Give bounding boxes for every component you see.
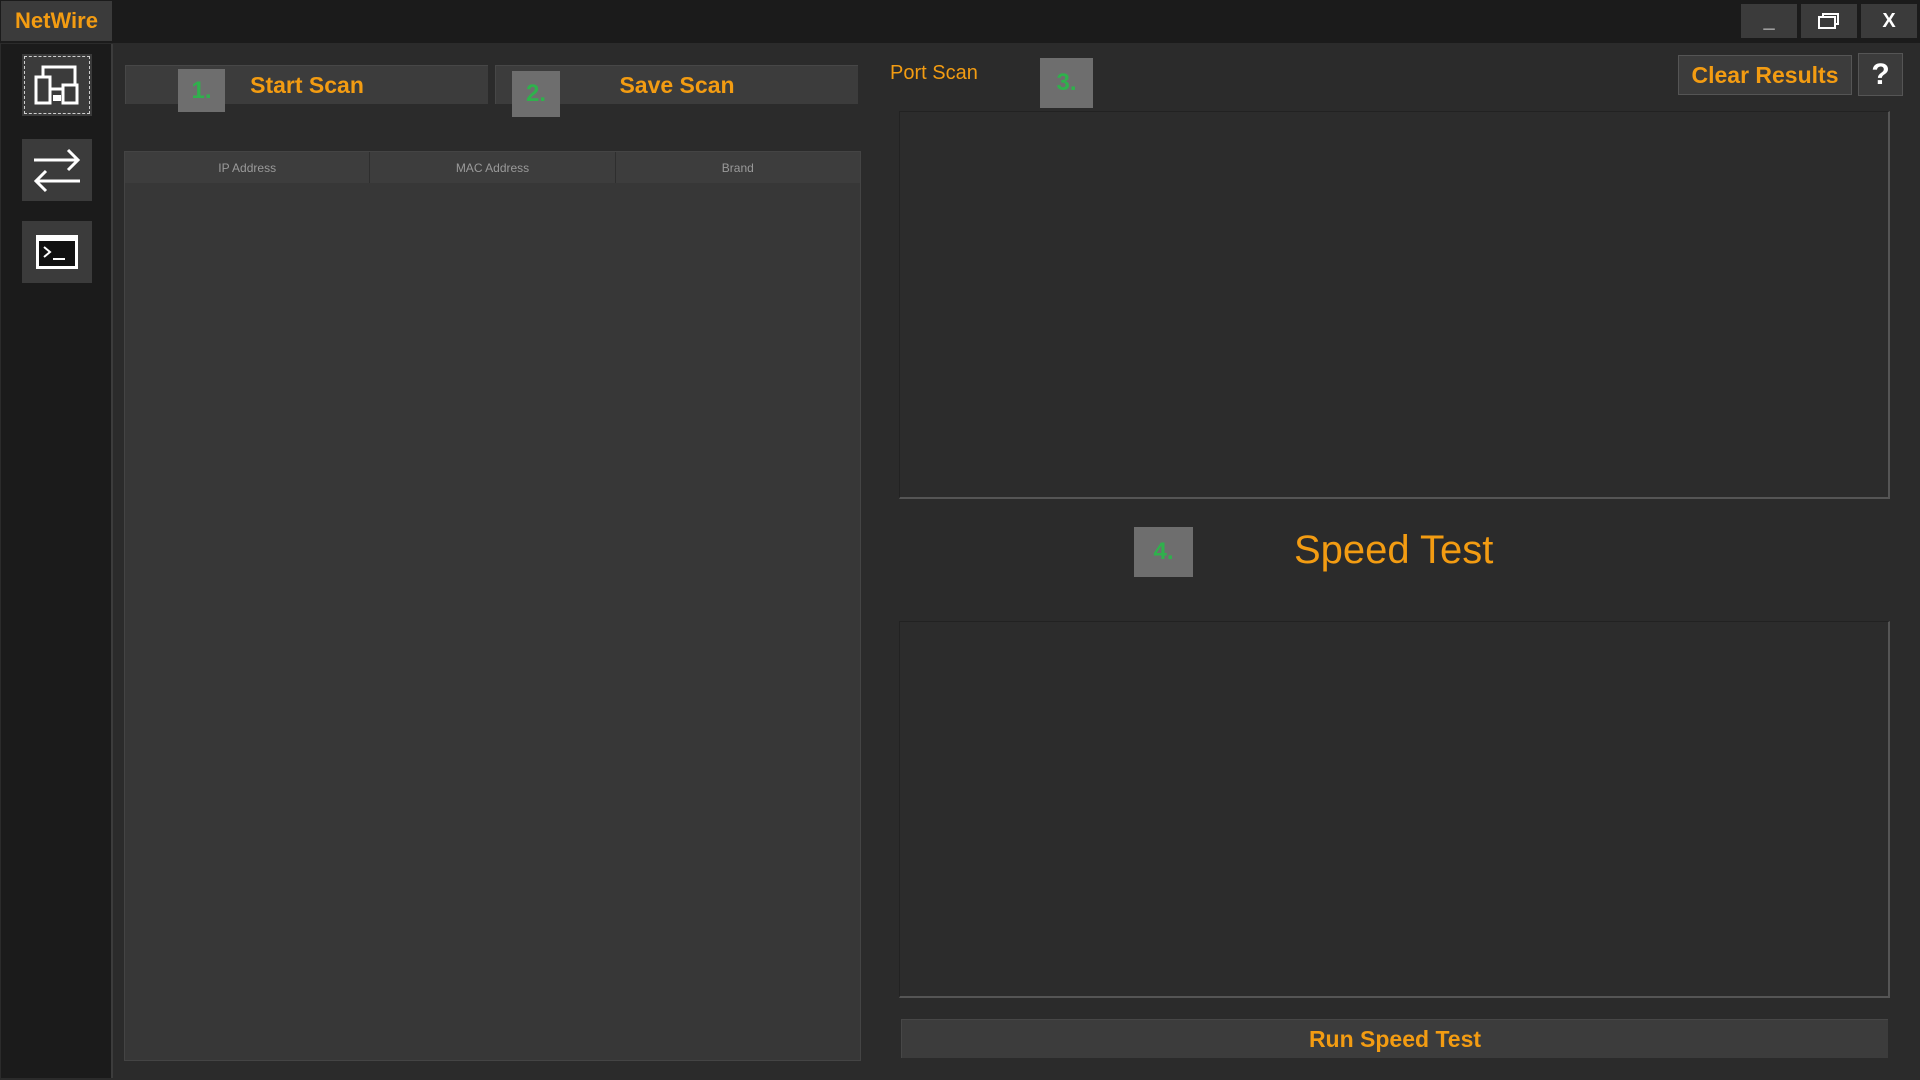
save-scan-label: Save Scan (619, 71, 735, 98)
restore-icon (1818, 13, 1839, 29)
device-table[interactable]: IP Address MAC Address Brand (124, 151, 861, 1061)
column-header-mac[interactable]: MAC Address (370, 152, 616, 183)
column-header-brand[interactable]: Brand (615, 152, 860, 183)
sidebar (1, 44, 113, 1078)
help-button[interactable]: ? (1858, 53, 1903, 96)
app-title: NetWire (1, 1, 112, 41)
sidebar-item-terminal[interactable] (22, 221, 92, 283)
column-header-ip[interactable]: IP Address (125, 152, 371, 183)
start-scan-label: Start Scan (250, 71, 364, 98)
speed-test-title: Speed Test (1294, 528, 1494, 572)
devices-icon (34, 65, 79, 105)
step-3-badge: 3. (1040, 58, 1093, 108)
sidebar-item-transfer[interactable] (22, 139, 92, 201)
step-4-badge: 4. (1134, 527, 1193, 577)
step-2-badge: 2. (512, 71, 560, 117)
minimize-button[interactable]: _ (1741, 4, 1797, 38)
terminal-icon (36, 235, 78, 269)
restore-button[interactable] (1801, 4, 1857, 38)
sidebar-item-devices[interactable] (22, 54, 92, 116)
table-header: IP Address MAC Address Brand (125, 152, 860, 183)
run-speed-test-button[interactable]: Run Speed Test (901, 1019, 1888, 1058)
close-button[interactable]: X (1861, 4, 1917, 38)
clear-results-button[interactable]: Clear Results (1678, 55, 1852, 95)
run-speed-test-label: Run Speed Test (1308, 1025, 1482, 1052)
transfer-icon (33, 148, 81, 193)
port-scan-results-panel[interactable] (899, 111, 1890, 499)
speed-test-results-panel[interactable] (899, 621, 1890, 998)
title-bar: NetWire _ X (0, 0, 1920, 43)
clear-results-label: Clear Results (1691, 61, 1839, 88)
port-scan-label: Port Scan (890, 62, 978, 84)
step-1-badge: 1. (178, 69, 225, 112)
